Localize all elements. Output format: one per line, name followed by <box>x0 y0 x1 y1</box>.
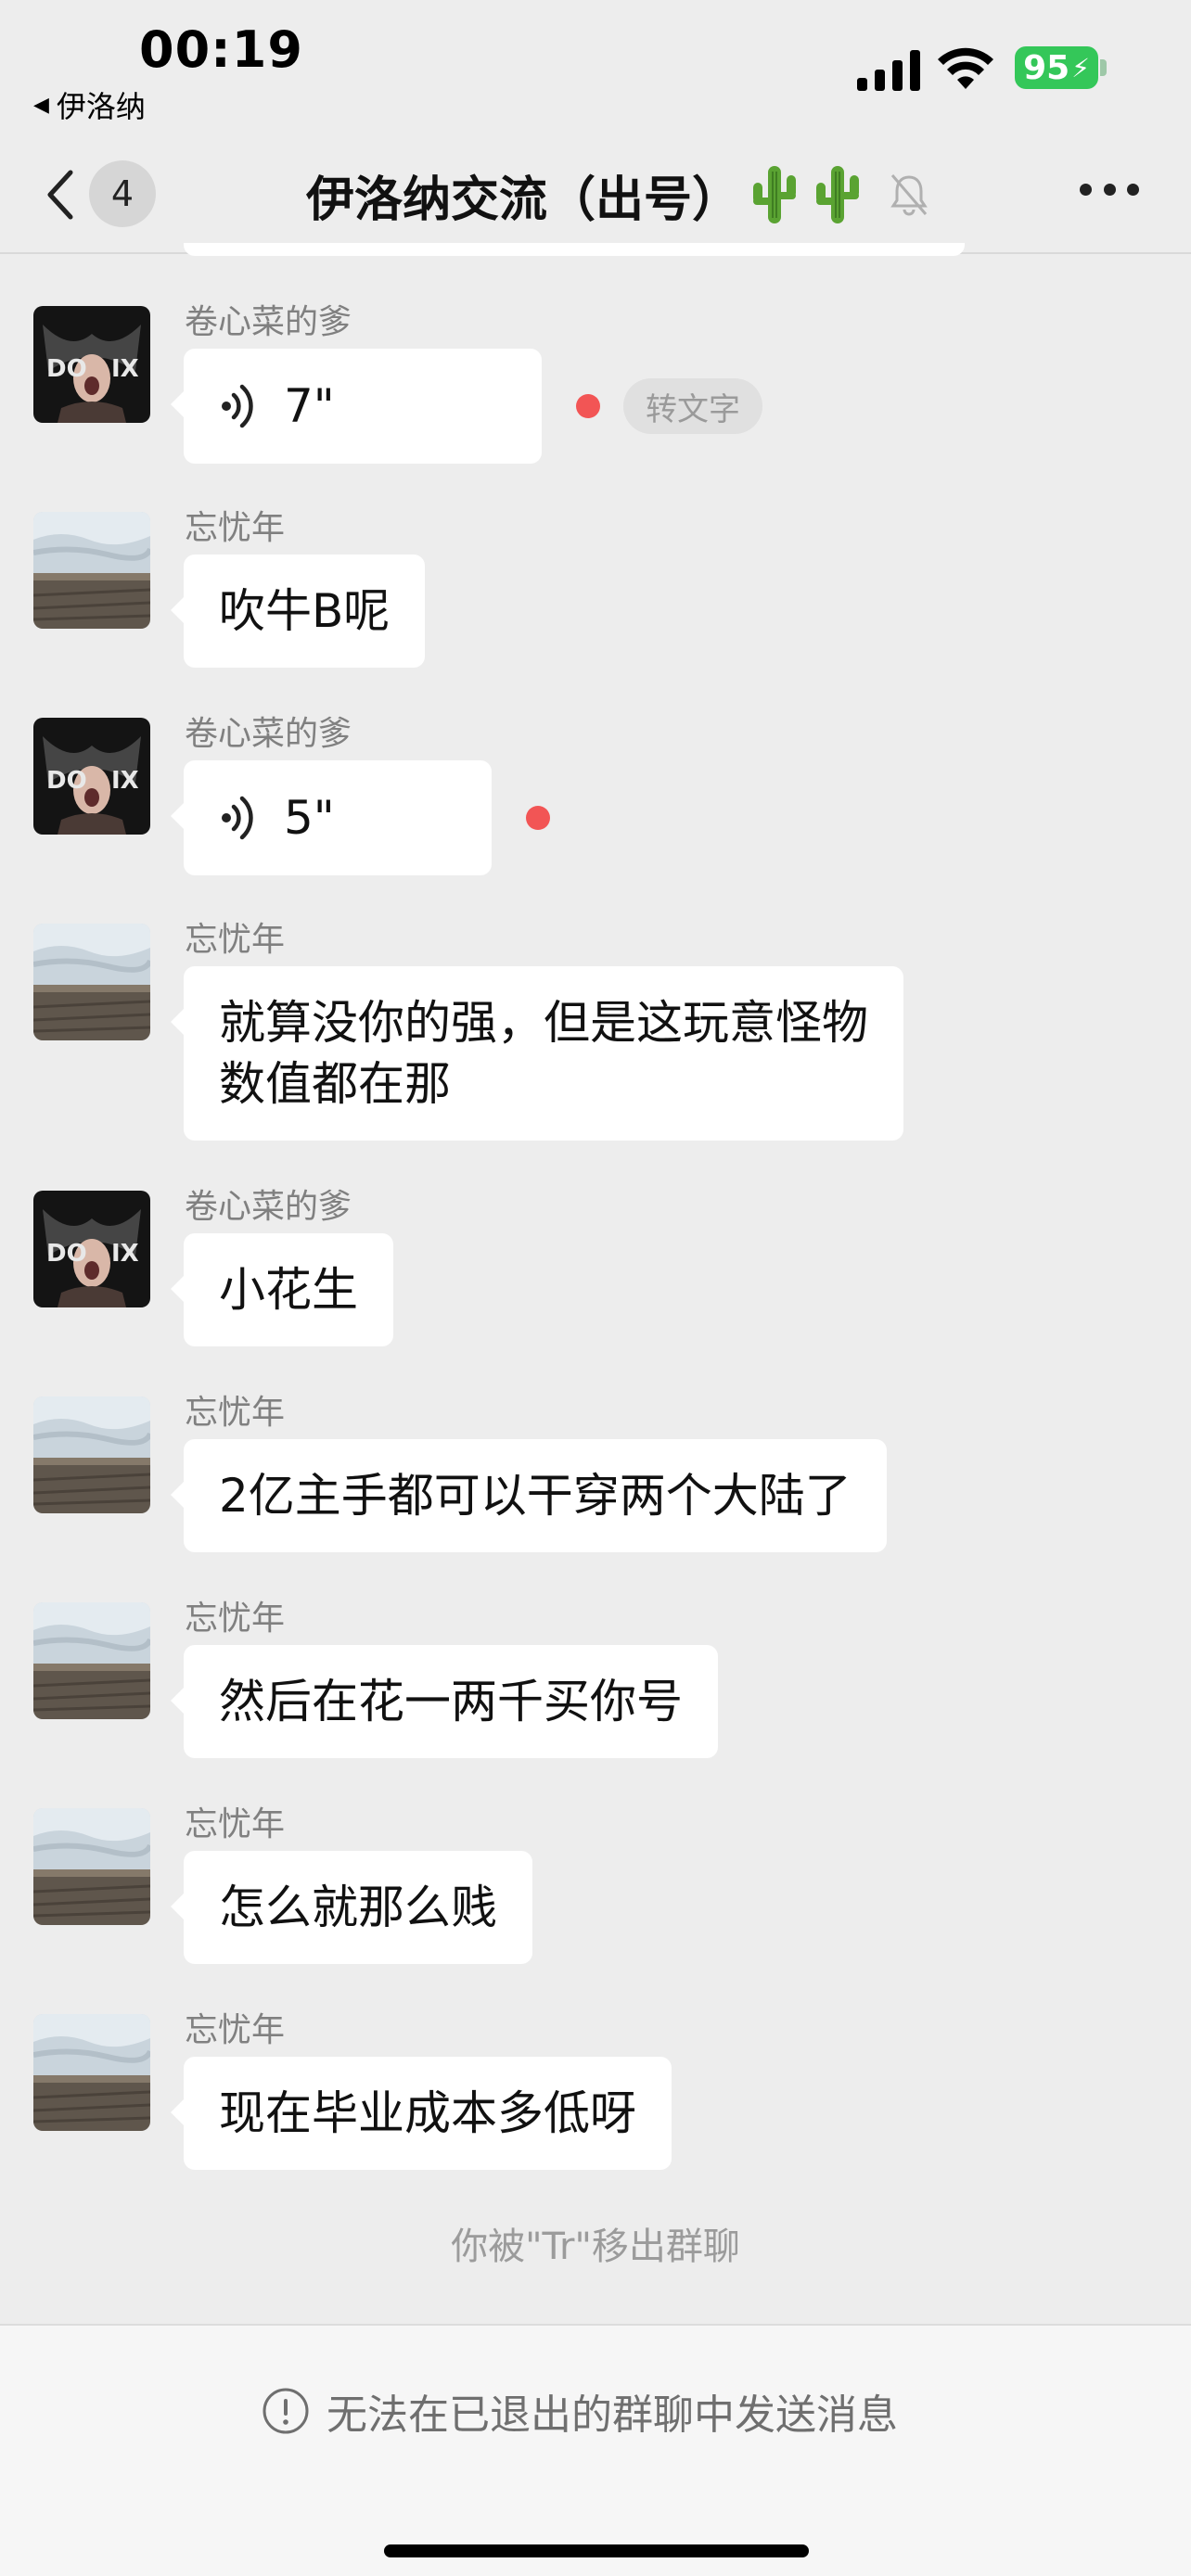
voice-message-bubble[interactable]: 5" <box>171 760 492 875</box>
text-message-bubble[interactable]: 2亿主手都可以干穿两个大陆了 <box>171 1439 887 1552</box>
chat-title: 伊洛纳交流（出号） <box>306 158 929 232</box>
chat-nav-bar: 4 伊洛纳交流（出号） <box>0 139 1191 254</box>
sender-name: 卷心菜的爹 <box>185 1188 352 1226</box>
voice-message-bubble[interactable]: 7" <box>171 349 542 464</box>
exclamation-circle-icon <box>263 2388 309 2434</box>
back-chevron-icon[interactable] <box>43 167 80 223</box>
more-options-icon[interactable] <box>1080 178 1139 200</box>
unread-dot <box>576 394 600 418</box>
battery-cap <box>1100 59 1107 76</box>
svg-text:DO: DO <box>46 1240 87 1268</box>
muted-bell-icon <box>890 174 928 216</box>
status-bar: 00:19 ◀ 伊洛纳 95 ⚡ <box>0 0 1191 139</box>
back-app-label: 伊洛纳 <box>56 89 146 124</box>
transcribe-button[interactable]: 转文字 <box>623 378 762 434</box>
voice-duration: 5" <box>284 791 335 845</box>
avatar[interactable] <box>33 1396 150 1513</box>
cactus-icon <box>753 166 797 223</box>
avatar[interactable]: DO IX <box>33 718 150 835</box>
wifi-icon <box>938 47 993 89</box>
svg-text:DO: DO <box>46 767 87 795</box>
voice-duration: 7" <box>284 379 335 433</box>
avatar[interactable]: DO IX <box>33 1191 150 1307</box>
message-line: 就算没你的强，但是这玩意怪物 <box>219 996 868 1050</box>
sender-name: 忘忧年 <box>185 509 286 547</box>
previous-bubble-edge <box>184 243 965 256</box>
home-indicator[interactable] <box>384 2544 809 2557</box>
message-line: 数值都在那 <box>219 1057 451 1111</box>
avatar[interactable] <box>33 2014 150 2131</box>
back-to-app-link[interactable]: ◀ 伊洛纳 <box>33 83 146 126</box>
sender-name: 忘忧年 <box>185 2011 286 2049</box>
back-triangle-icon: ◀ <box>33 93 49 117</box>
sender-name: 忘忧年 <box>185 921 286 959</box>
voice-wave-icon <box>222 796 253 840</box>
cannot-send-text: 无法在已退出的群聊中发送消息 <box>327 2391 898 2439</box>
sender-name: 忘忧年 <box>185 1600 286 1638</box>
sender-name: 卷心菜的爹 <box>185 303 352 341</box>
sender-name: 忘忧年 <box>185 1394 286 1432</box>
voice-wave-icon <box>222 384 253 428</box>
bottom-bar: 无法在已退出的群聊中发送消息 <box>0 2324 1191 2576</box>
text-message-bubble[interactable]: 小花生 <box>171 1233 393 1346</box>
system-notice: 你被"Tr"移出群聊 <box>451 2225 740 2268</box>
cellular-signal-icon <box>857 50 920 91</box>
avatar[interactable]: DO IX <box>33 306 150 423</box>
svg-text:IX: IX <box>111 767 139 795</box>
text-message-bubble[interactable]: 吹牛B呢 <box>170 555 426 668</box>
sender-name: 忘忧年 <box>185 1805 286 1843</box>
avatar[interactable] <box>33 924 150 1040</box>
avatar[interactable] <box>33 512 150 629</box>
charging-bolt-icon: ⚡ <box>1071 52 1090 83</box>
group-name: 伊洛纳交流（出号） <box>306 172 741 228</box>
text-message-bubble[interactable]: 就算没你的强，但是这玩意怪物 数值都在那 <box>171 966 903 1141</box>
battery-level: 95 <box>1023 48 1070 87</box>
cactus-icon <box>816 166 860 223</box>
unread-count-badge[interactable]: 4 <box>89 160 156 227</box>
svg-text:IX: IX <box>111 355 139 383</box>
svg-text:DO: DO <box>46 355 87 383</box>
avatar[interactable] <box>33 1602 150 1719</box>
svg-text:IX: IX <box>111 1240 139 1268</box>
sender-name: 卷心菜的爹 <box>185 715 352 753</box>
avatar[interactable] <box>33 1808 150 1925</box>
cannot-send-notice: 无法在已退出的群聊中发送消息 <box>262 2381 898 2441</box>
battery-indicator: 95 ⚡ <box>1015 46 1098 89</box>
text-message-bubble[interactable]: 现在毕业成本多低呀 <box>171 2057 672 2170</box>
text-message-bubble[interactable]: 怎么就那么贱 <box>171 1851 532 1964</box>
unread-dot <box>526 806 550 830</box>
text-message-bubble[interactable]: 然后在花一两千买你号 <box>171 1645 718 1758</box>
status-time: 00:19 <box>139 20 303 79</box>
